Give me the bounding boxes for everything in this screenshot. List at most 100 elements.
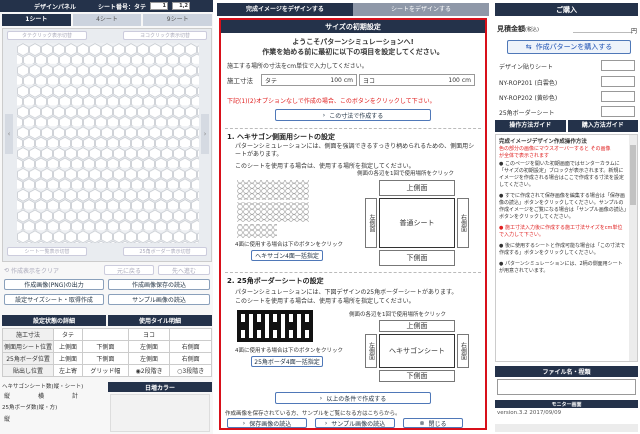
- side-bottom[interactable]: 下側面: [379, 250, 455, 266]
- side-left[interactable]: 左側面: [365, 198, 377, 248]
- guide-title: 完成イメージデザイン作成操作方法: [499, 139, 587, 145]
- create-with-size-button[interactable]: › この寸法で作成する: [275, 109, 431, 121]
- yoko-value: 100: [448, 76, 460, 84]
- border-side-bottom[interactable]: 下側面: [379, 370, 455, 382]
- sheet-count-tabs: 1シート 4シート 9シート: [2, 14, 213, 26]
- table-row: 施工寸法 タテ ヨコ: [1, 328, 212, 341]
- border-4side-button[interactable]: 25角ボーダ4面一括指定: [251, 356, 323, 367]
- tab-1-sheet[interactable]: 1シート: [2, 14, 71, 26]
- border-toggle[interactable]: 25角ボーダー表示切替: [123, 247, 207, 256]
- welcome-line-2: 作業を始める前に最初に以下の項目を設定してください。: [262, 48, 444, 56]
- chevron-right-icon: ›: [324, 419, 328, 427]
- center-panel: 完成イメージをデザインする シートをデザインする サイズの初期設定 ようこそパタ…: [217, 0, 489, 434]
- side-top[interactable]: 上側面: [379, 180, 455, 196]
- side-sheet-preview: [237, 180, 309, 238]
- tab-design-sheet[interactable]: シートをデザインする: [353, 3, 489, 16]
- sheet-number-label: シート番号：タテ: [98, 3, 147, 11]
- chevron-right-icon: ›: [242, 419, 246, 427]
- section2-desc-2: このシートを使用する場合は、使用する場所を指定してください。: [235, 298, 415, 305]
- tate-value: 100: [330, 76, 342, 84]
- section2-hint: 側面の各辺を1回で使用場所をクリック: [349, 312, 447, 318]
- load-saved-button[interactable]: › 保存画像の読込: [227, 418, 307, 428]
- load-sample-image-button[interactable]: › サンプル画像の読込: [315, 418, 395, 428]
- item-2-qty: [601, 91, 635, 102]
- guide-content: 完成イメージデザイン作成操作方法 色の部分の画像にマウスオーバーすると その画像…: [495, 134, 638, 362]
- size-instruction: 施工する場所の寸法をcm単位で入力してください。: [227, 63, 368, 70]
- section-divider-2: [225, 272, 481, 273]
- design-panel-header: デザインパネル シート番号：タテ 1 1,2: [0, 0, 213, 12]
- order-header: ご購入: [495, 3, 638, 16]
- cart-icon: ⇆: [525, 43, 532, 51]
- hex-sheet-cell: ヘキサゴンシート: [379, 334, 455, 368]
- item-1-qty: [601, 76, 635, 87]
- tap-click-toggle[interactable]: タテクリック表示切替: [7, 31, 87, 40]
- list-item: ● 後に使用するシートと作成可能な場合は「この寸法で作成する」ボタンをクリックし…: [499, 243, 625, 256]
- size-label: 施工寸法: [227, 77, 253, 85]
- table-row: 側面用シート位置 上側面 下側面 左側面 右側面: [1, 340, 212, 353]
- horizontal-label: 横: [38, 393, 45, 400]
- section1-hint: 側面の各辺を1回で使用場所をクリック: [357, 171, 455, 177]
- scroll-right-arrow[interactable]: ›: [201, 114, 209, 154]
- welcome-line-1: ようこそパターンシミュレーションへ!: [292, 38, 414, 46]
- design-panel-title: デザインパネル: [34, 3, 77, 11]
- redo-button[interactable]: 先へ進む: [158, 265, 210, 275]
- tab-operation-guide[interactable]: 操作方法ガイド: [495, 120, 566, 132]
- table-row: 25角ボーダ位置 上側面 下側面 左側面 右側面: [1, 352, 212, 365]
- side-select-diagram-2: 上側面 左側面 ヘキサゴンシート 右側面 下側面: [365, 320, 469, 382]
- tile-usage-header: 使用タイル明細: [108, 315, 212, 326]
- create-with-conditions-button[interactable]: › 以上の条件で作成する: [275, 392, 431, 404]
- guide-scrollbar[interactable]: [629, 135, 637, 361]
- png-output-button[interactable]: 作成画像(PNG)の出力: [4, 279, 104, 290]
- section2-desc-1: パターンシミュレーションには、下図デザインの25角ボーダーシートがあります。: [235, 289, 458, 296]
- footer-scrollbar[interactable]: [495, 424, 638, 432]
- settings-sheet-button[interactable]: 設定サイズシート・取得作成: [4, 294, 104, 305]
- table-row: 貼出し位置 左上寄 グリッド幅 ◉2段階き ○3段階き: [1, 364, 212, 377]
- side-right[interactable]: 右側面: [457, 198, 469, 248]
- normal-sheet-cell: 普通シート: [379, 198, 455, 248]
- monitor-header: モニター画面: [495, 400, 638, 408]
- load-saved-image-button[interactable]: 作成画像保存の読込: [108, 279, 210, 290]
- tab-9-sheet[interactable]: 9シート: [143, 14, 213, 26]
- border-side-left[interactable]: 左側面: [365, 334, 377, 368]
- border-side-top[interactable]: 上側面: [379, 320, 455, 332]
- left-panel: デザインパネル シート番号：タテ 1 1,2 1シート 4シート 9シート タテ…: [0, 0, 213, 434]
- modal-title: サイズの初期設定: [221, 20, 485, 33]
- close-button[interactable]: ⊗ 閉じる: [403, 418, 463, 428]
- scroll-thumb[interactable]: [630, 145, 636, 205]
- tab-purchase-guide[interactable]: 購入方法ガイド: [567, 120, 638, 132]
- estimate-label: 見積金額(税込): [497, 25, 539, 33]
- tate-field[interactable]: タテ 100 cm: [261, 74, 357, 86]
- hexagon-pattern-canvas[interactable]: [17, 43, 199, 243]
- sheet-number-field[interactable]: 1: [150, 2, 169, 10]
- guide-red-note-1: 色の部分の画像にマウスオーバーすると その画像: [499, 146, 611, 152]
- sheet-number-field-2[interactable]: 1,2: [172, 2, 191, 10]
- undo-button[interactable]: 元に戻る: [104, 265, 154, 275]
- load-sample-button[interactable]: サンプル画像の読込: [108, 294, 210, 305]
- item-1-label: NY-ROP201 (白雲色): [499, 80, 558, 87]
- tab-design-image[interactable]: 完成イメージをデザインする: [217, 3, 353, 16]
- settings-table: 施工寸法 タテ ヨコ 側面用シート位置 上側面 下側面 左側面 右側面 25角ボ…: [1, 328, 212, 377]
- clear-button[interactable]: ⟲ 作成表示をクリア: [4, 266, 100, 275]
- estimate-value: [573, 22, 633, 33]
- section1-link: 4面に使用する場合は下のボタンをクリック: [235, 242, 344, 248]
- item-2-label: NY-ROP202 (黄砂色): [499, 95, 558, 102]
- list-item: ● このページを開いた初期画面ではセンターカラムに「サイズの初期設定」ブロックが…: [499, 161, 624, 188]
- right-panel: ご購入 見積金額(税込) 円 ⇆ 作成パターンを購入する デザイン貼りシート NY…: [493, 0, 640, 434]
- hexagon-4side-button[interactable]: ヘキサゴン4面一括指定: [251, 250, 323, 261]
- tab-4-sheet[interactable]: 4シート: [72, 14, 142, 26]
- section2-link: 4面に使用する場合は下のボタンをクリック: [235, 348, 344, 354]
- section1-desc-1: パターンシミュレーションには、側面を強調できるすっきり柄められるための、側面用シ…: [235, 143, 475, 158]
- yoko-click-toggle[interactable]: ヨコクリック表示切替: [123, 31, 207, 40]
- buy-pattern-button[interactable]: ⇆ 作成パターンを購入する: [507, 40, 631, 54]
- settings-detail-header: 設定状態の詳細: [2, 315, 106, 326]
- border-side-right[interactable]: 右側面: [457, 334, 469, 368]
- list-item: ● パターンシミュレーションには、2柄の側面用シートが用意されています。: [499, 261, 623, 274]
- list-item: ● 施工寸法入力後に作成する施工寸法サイズをcm単位で入力して下さい。: [499, 225, 623, 238]
- total-label: 計: [72, 393, 79, 400]
- sheet-list-toggle[interactable]: シート一覧表示切替: [7, 247, 87, 256]
- filename-header: ファイル名・程類: [495, 366, 638, 377]
- item-3-qty: [601, 106, 635, 117]
- filename-field[interactable]: [497, 379, 636, 395]
- yoko-field[interactable]: ヨコ 100 cm: [359, 74, 475, 86]
- scroll-left-arrow[interactable]: ‹: [5, 114, 13, 154]
